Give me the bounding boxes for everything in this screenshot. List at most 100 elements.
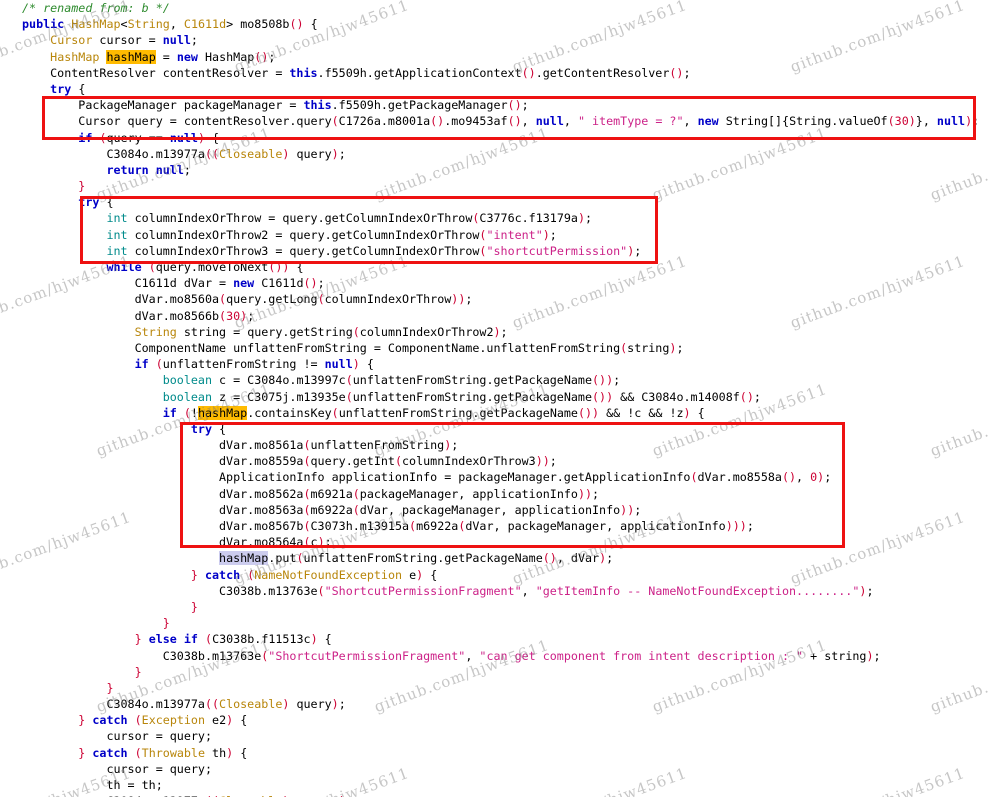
code-token: ; [338,146,346,161]
code-token: () [303,276,318,291]
code-token: , [796,470,811,485]
code-token: try [50,81,72,96]
code-line: } catch (Exception e2) { [0,712,989,728]
code-token: ) [493,324,501,339]
code-token: } [134,664,142,679]
code-line: C3038b.m13763e("ShortcutPermissionFragme… [0,648,989,664]
code-token: C1611d [183,17,227,32]
code-token: PackageManager packageManager = [22,98,304,113]
code-token: ; [746,519,754,533]
code-token: ( [690,470,698,485]
code-token: && C3084o.m14008f [613,389,740,404]
code-token: ( [296,551,304,566]
code-token: if [162,405,177,420]
code-line: dVar.mo8564a(c); [0,534,989,550]
code-token: ) [310,632,318,647]
code-line: Cursor cursor = null; [0,32,989,48]
code-token: ( [331,405,339,420]
code-token: Cursor query = contentResolver.query [22,114,332,129]
code-token: HashMap [197,49,255,64]
code-token: ( [148,260,156,274]
code-line: try { [0,194,989,210]
code-token: { [233,713,248,728]
code-line: C3084o.m13977a((Closeable) query); [0,146,989,162]
code-token: ( [317,583,325,598]
code-token: unflattenFromString.getPackageName [352,373,592,388]
code-token: ( [317,292,325,307]
code-token: { [423,567,438,582]
code-token: { [303,17,318,32]
code-token: ; [824,470,832,485]
code-token: public [22,17,65,32]
code-token: null [162,33,191,48]
code-token: catch [92,713,128,728]
code-line: if (query == null) { [0,130,989,146]
code-token: String[]{String.valueOf [718,114,888,129]
code-line: dVar.mo8559a(query.getInt(columnIndexOrT… [0,453,989,469]
code-token: unflattenFromString.getPackageName [303,551,543,566]
code-token: ; [190,33,198,48]
code-token: )) [535,454,550,469]
code-token: /* renamed from: b */ [22,1,170,15]
code-token: ; [324,535,332,550]
code-token: ) [317,535,325,550]
code-line: C3038b.m13763e("ShortcutPermissionFragme… [0,583,989,599]
code-token: query.getInt [310,454,395,469]
code-token: ) [331,146,339,161]
code-token: c [310,535,318,550]
code-line: if (!hashMap.containsKey(unflattenFromSt… [0,405,989,421]
code-token: " itemType = ?" [577,114,684,129]
code-line: } else if (C3038b.f11513c) { [0,631,989,647]
code-token: ()) [577,405,600,420]
code-token: String [127,17,170,32]
code-token: .getContentResolver [535,65,670,80]
code-token: Throwable [141,745,206,760]
code-token: e2 [205,713,227,728]
code-line: dVar.mo8560a(query.getLong(columnIndexOr… [0,291,989,307]
code-token: } [190,599,198,614]
code-line: C1611d dVar = new C1611d(); [0,275,989,291]
code-line: int columnIndexOrThrow3 = query.getColum… [0,243,989,259]
code-token: columnIndexOrThrow2 [359,324,494,339]
code-token: this [303,98,332,113]
code-token: m6922a [310,502,353,517]
code-token: Cursor [50,33,93,48]
code-token: boolean [162,389,212,404]
code-line: boolean c = C3084o.m13997c(unflattenFrom… [0,372,989,388]
code-token: query.getLong [226,292,318,307]
code-token: .f5509h.getApplicationContext [317,65,522,80]
code-block[interactable]: /* renamed from: b */public HashMap<Stri… [0,0,989,797]
code-line: th = th; [0,777,989,793]
code-token: z = C3075j.m13935e [212,389,346,404]
code-token: { [205,130,220,145]
code-token: dVar.mo8566b [22,308,220,323]
code-token: = [155,49,177,64]
code-token: ; [549,454,557,469]
code-token: ( [205,632,213,647]
code-token: ( [331,114,339,129]
code-token: columnIndexOrThrow [324,292,452,307]
code-token: c = C3084o.m13997c [212,373,346,388]
code-token: ApplicationInfo applicationInfo = packag… [22,470,691,485]
code-line: } [0,615,989,631]
code-token: null [155,162,184,177]
code-token: hashMap [197,405,248,420]
code-token: this [289,65,318,80]
code-token: C1611d [254,276,304,291]
code-token: , [521,114,536,129]
code-token: query [289,146,332,161]
code-token: query == [106,130,170,145]
code-token: < [120,17,128,32]
code-line: public HashMap<String, C1611d> mo8508b()… [0,16,989,32]
